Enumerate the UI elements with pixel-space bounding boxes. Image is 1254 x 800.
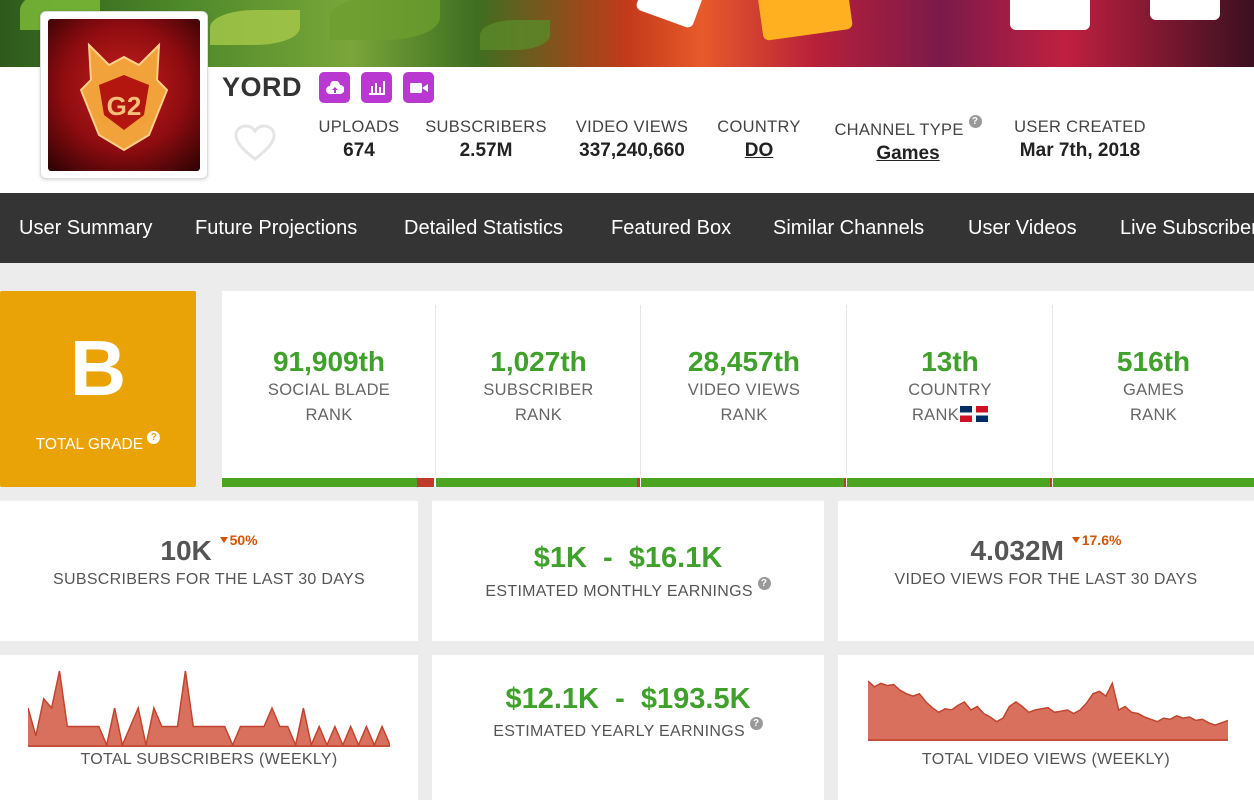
- video-views-30-days-value: 4.032M: [970, 535, 1064, 566]
- country-link[interactable]: DO: [712, 140, 806, 162]
- grade-label: TOTAL GRADE: [35, 436, 144, 453]
- rank-games: 516th GAMES RANK: [1053, 291, 1254, 479]
- favorite-heart-icon[interactable]: [232, 123, 278, 163]
- stat-subscribers: SUBSCRIBERS 2.57M: [420, 118, 552, 162]
- stat-label: SUBSCRIBERS: [425, 118, 547, 136]
- grade-letter: B: [69, 324, 127, 412]
- stat-label: VIDEO VIEWS: [575, 118, 689, 136]
- rank-progress-bar: [1053, 478, 1254, 487]
- subscribers-30-days-label: SUBSCRIBERS FOR THE LAST 30 DAYS: [53, 571, 365, 588]
- rank-video-views: 28,457th VIDEO VIEWS RANK: [641, 291, 847, 479]
- stat-user-created: USER CREATED Mar 7th, 2018: [1010, 118, 1150, 162]
- nav-detailed-statistics[interactable]: Detailed Statistics: [404, 193, 563, 263]
- rank-value: 28,457th: [687, 346, 801, 377]
- rank-value: 1,027th: [490, 346, 587, 377]
- rank-social-blade: 91,909th SOCIAL BLADE RANK: [222, 291, 436, 479]
- stat-video-views: VIDEO VIEWS 337,240,660: [568, 118, 696, 162]
- subscribers-weekly-chart: [28, 670, 390, 747]
- stat-label: COUNTRY: [717, 118, 801, 136]
- subscribers-30-days-card: 10K 50% SUBSCRIBERS FOR THE LAST 30 DAYS: [0, 501, 418, 641]
- nav-featured-box[interactable]: Featured Box: [611, 193, 731, 263]
- video-views-weekly-chart: [868, 680, 1228, 741]
- channel-type-link[interactable]: Games: [822, 143, 994, 165]
- rank-label: VIDEO VIEWS: [687, 381, 801, 399]
- rank-label: RANK: [305, 406, 353, 424]
- subscribers-delta: 50%: [219, 532, 258, 548]
- channel-header: G2 YORD UPLOADS 674 SUBSCRIBERS 2.57M VI…: [0, 11, 1254, 193]
- rank-label: RANK: [720, 406, 768, 424]
- video-views-30-days-card: 4.032M 17.6% VIDEO VIEWS FOR THE LAST 30…: [838, 501, 1254, 641]
- rank-label: SUBSCRIBER: [483, 381, 594, 399]
- rank-progress-bar: [847, 478, 1052, 487]
- monthly-earnings-card: $1K - $16.1K ESTIMATED MONTHLY EARNINGS …: [432, 501, 824, 641]
- total-grade-box: B TOTAL GRADE ?: [0, 291, 196, 487]
- down-arrow-icon: [219, 537, 228, 543]
- stat-label: UPLOADS: [318, 118, 400, 136]
- ranks-panel: 91,909th SOCIAL BLADE RANK 1,027th SUBSC…: [222, 291, 1254, 487]
- page: G2 YORD UPLOADS 674 SUBSCRIBERS 2.57M VI…: [0, 0, 1254, 800]
- main-nav: User Summary Future Projections Detailed…: [0, 193, 1254, 263]
- stat-value: 674: [343, 140, 375, 161]
- down-arrow-icon: [1071, 537, 1080, 543]
- stat-uploads: UPLOADS 674: [312, 118, 406, 162]
- yearly-earnings-card: $12.1K - $193.5K ESTIMATED YEARLY EARNIN…: [432, 655, 824, 800]
- help-icon[interactable]: ?: [968, 115, 982, 128]
- subscribers-30-days-value: 10K: [160, 535, 212, 566]
- subscribers-weekly-area: [28, 671, 390, 747]
- nav-user-videos[interactable]: User Videos: [968, 193, 1077, 263]
- g2-logo-icon: G2: [48, 19, 200, 171]
- channel-name: YORD: [222, 72, 303, 102]
- rank-label: RANK: [514, 406, 563, 424]
- stat-value: Mar 7th, 2018: [1019, 140, 1141, 161]
- stat-channel-type: CHANNEL TYPE ? Games: [822, 115, 994, 165]
- rank-label: COUNTRY: [908, 381, 992, 399]
- dominican-flag-icon: [960, 405, 989, 422]
- help-icon[interactable]: ?: [147, 431, 161, 444]
- nav-live-subscriber[interactable]: Live Subscriber: [1120, 193, 1254, 263]
- monthly-earnings-label: ESTIMATED MONTHLY EARNINGS: [485, 583, 753, 600]
- video-views-delta: 17.6%: [1071, 532, 1121, 548]
- video-views-weekly-area: [868, 681, 1228, 741]
- stat-value: 2.57M: [459, 140, 513, 161]
- help-icon[interactable]: ?: [757, 577, 771, 590]
- rank-label: RANK: [1129, 406, 1178, 424]
- video-icon[interactable]: [403, 72, 434, 103]
- rank-subscriber: 1,027th SUBSCRIBER RANK: [436, 291, 641, 479]
- nav-future-projections[interactable]: Future Projections: [195, 193, 357, 263]
- channel-avatar[interactable]: G2: [40, 11, 208, 179]
- stat-label: USER CREATED: [1014, 118, 1146, 136]
- rank-progress-bar: [436, 478, 640, 487]
- help-icon[interactable]: ?: [749, 717, 763, 730]
- upload-icon[interactable]: [319, 72, 350, 103]
- yearly-earnings-label: ESTIMATED YEARLY EARNINGS: [493, 723, 745, 740]
- nav-user-summary[interactable]: User Summary: [19, 193, 152, 263]
- rank-country: 13th COUNTRY RANK: [847, 291, 1053, 479]
- rank-label: RANK: [911, 406, 960, 424]
- video-views-30-days-label: VIDEO VIEWS FOR THE LAST 30 DAYS: [894, 571, 1198, 588]
- stat-value: 337,240,660: [579, 140, 685, 161]
- svg-text:G2: G2: [107, 91, 142, 121]
- stat-label: CHANNEL TYPE: [834, 121, 964, 139]
- rank-value: 91,909th: [272, 346, 386, 377]
- bar-chart-icon[interactable]: [361, 72, 392, 103]
- monthly-earnings-value: $1K - $16.1K: [533, 542, 723, 574]
- subscribers-weekly-chart-card[interactable]: TOTAL SUBSCRIBERS (WEEKLY): [0, 655, 418, 800]
- video-views-weekly-chart-card[interactable]: TOTAL VIDEO VIEWS (WEEKLY): [838, 655, 1254, 800]
- yearly-earnings-value: $12.1K - $193.5K: [505, 683, 751, 715]
- video-views-weekly-label: TOTAL VIDEO VIEWS (WEEKLY): [921, 751, 1171, 768]
- nav-similar-channels[interactable]: Similar Channels: [773, 193, 924, 263]
- rank-value: 13th: [921, 346, 979, 377]
- subscribers-weekly-label: TOTAL SUBSCRIBERS (WEEKLY): [80, 751, 338, 768]
- rank-label: SOCIAL BLADE: [267, 381, 391, 399]
- rank-progress-bar: [641, 478, 846, 487]
- rank-progress-bar: [222, 478, 434, 487]
- rank-value: 516th: [1116, 346, 1191, 377]
- stat-country: COUNTRY DO: [712, 118, 806, 162]
- rank-label: GAMES: [1122, 381, 1185, 399]
